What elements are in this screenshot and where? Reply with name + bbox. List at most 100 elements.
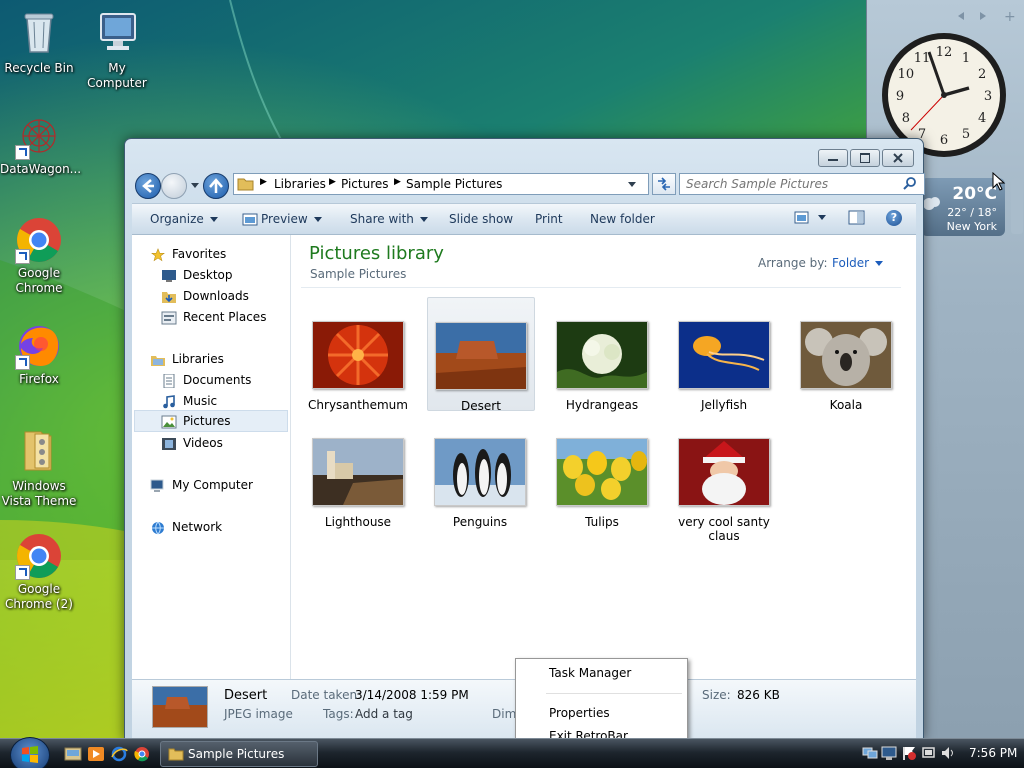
- datawagon-desktop-icon[interactable]: DataWagon...: [0, 112, 81, 177]
- chevron-down-icon: [209, 217, 218, 222]
- nav-label: Music: [183, 394, 218, 408]
- menu-item-task-manager[interactable]: Task Manager: [549, 666, 631, 680]
- nav-label: Pictures: [183, 414, 231, 428]
- clock-numeral: 4: [978, 111, 986, 126]
- file-item-santa[interactable]: very cool santy claus: [671, 438, 777, 543]
- nav-item-videos[interactable]: Videos: [161, 436, 223, 451]
- nav-item-recent-places[interactable]: Recent Places: [161, 310, 266, 325]
- forward-button[interactable]: [161, 173, 187, 199]
- breadcrumb-libraries[interactable]: Libraries: [274, 177, 326, 191]
- search-icon[interactable]: [902, 176, 918, 192]
- file-item-chrysanthemum[interactable]: Chrysanthemum: [305, 321, 411, 412]
- show-desktop-icon[interactable]: [64, 746, 82, 762]
- file-name: Jellyfish: [700, 398, 748, 412]
- nav-item-music[interactable]: Music: [161, 394, 217, 409]
- slide-show-button[interactable]: Slide show: [449, 212, 513, 226]
- history-dropdown-icon[interactable]: [190, 181, 200, 191]
- shortcut-arrow-icon: [15, 355, 30, 370]
- file-name: Tulips: [585, 515, 619, 529]
- file-item-tulips[interactable]: Tulips: [549, 438, 655, 529]
- up-button[interactable]: [203, 173, 229, 199]
- chrome-icon[interactable]: [133, 746, 151, 762]
- svg-text:+: +: [1004, 9, 1016, 25]
- taskbar-button-sample-pictures[interactable]: Sample Pictures: [160, 741, 318, 767]
- print-label: Print: [535, 212, 563, 226]
- nav-item-documents[interactable]: Documents: [161, 373, 251, 388]
- library-subtitle: Sample Pictures: [310, 267, 407, 281]
- nav-item-desktop[interactable]: Desktop: [161, 268, 233, 283]
- nav-item-favorites[interactable]: Favorites: [150, 247, 226, 262]
- file-item-koala[interactable]: Koala: [793, 321, 899, 412]
- close-icon: [893, 153, 903, 163]
- arrange-by-dropdown[interactable]: Folder: [832, 256, 884, 270]
- close-button[interactable]: [882, 149, 914, 167]
- power-tray-icon[interactable]: [921, 745, 937, 761]
- internet-explorer-icon[interactable]: [110, 746, 128, 762]
- help-button[interactable]: ?: [886, 210, 902, 226]
- nav-item-downloads[interactable]: Downloads: [161, 289, 249, 304]
- print-button[interactable]: Print: [535, 212, 563, 226]
- file-item-desert[interactable]: Desert: [427, 297, 535, 413]
- volume-icon[interactable]: [940, 745, 956, 761]
- nav-item-pictures[interactable]: Pictures: [134, 410, 288, 432]
- clock-numeral: 8: [902, 111, 910, 126]
- breadcrumb-sample-pictures[interactable]: Sample Pictures: [406, 177, 502, 191]
- weather-gadget-handle[interactable]: [1011, 178, 1023, 234]
- firefox-desktop-icon[interactable]: Firefox: [0, 322, 78, 387]
- folder-icon: [24, 431, 52, 471]
- start-button[interactable]: [10, 737, 50, 768]
- view-icon: [794, 211, 809, 224]
- back-button[interactable]: [135, 173, 161, 199]
- nav-item-network[interactable]: Network: [150, 520, 222, 535]
- nav-item-libraries[interactable]: Libraries: [150, 352, 224, 367]
- preview-label: Preview: [261, 212, 308, 226]
- chrome-2-label: Google Chrome (2): [5, 582, 73, 611]
- breadcrumb-pictures[interactable]: Pictures: [341, 177, 389, 191]
- file-item-hydrangeas[interactable]: Hydrangeas: [549, 321, 655, 412]
- network-tray-icon[interactable]: [862, 745, 878, 761]
- file-item-lighthouse[interactable]: Lighthouse: [305, 438, 411, 529]
- share-with-button[interactable]: Share with: [350, 212, 428, 226]
- recycle-bin-desktop-icon[interactable]: Recycle Bin: [0, 8, 78, 76]
- santa-thumbnail: [678, 438, 770, 506]
- preview-pane-button[interactable]: [848, 210, 866, 226]
- documents-icon: [163, 373, 175, 388]
- nav-item-my-computer[interactable]: My Computer: [150, 478, 253, 493]
- search-input[interactable]: [684, 175, 898, 193]
- weather-range: 22° / 18°: [947, 206, 997, 219]
- chrome-2-desktop-icon[interactable]: Google Chrome (2): [0, 532, 78, 612]
- menu-item-properties[interactable]: Properties: [549, 706, 610, 720]
- clock-text[interactable]: 7:56 PM: [969, 746, 1017, 760]
- chevron-down-icon: [313, 217, 322, 222]
- refresh-icon: [658, 177, 670, 191]
- vista-theme-desktop-icon[interactable]: Windows Vista Theme: [0, 426, 78, 509]
- file-item-penguins[interactable]: Penguins: [427, 438, 533, 529]
- tags-field[interactable]: Add a tag: [355, 707, 413, 721]
- file-name: Lighthouse: [324, 515, 392, 529]
- refresh-button[interactable]: [652, 173, 676, 195]
- media-player-icon[interactable]: [87, 746, 105, 762]
- size-value: 826 KB: [737, 688, 780, 702]
- address-dropdown-icon[interactable]: [626, 179, 638, 191]
- organize-button[interactable]: Organize: [150, 212, 218, 226]
- preview-button[interactable]: Preview: [242, 212, 322, 227]
- display-tray-icon[interactable]: [881, 745, 897, 761]
- new-folder-button[interactable]: New folder: [590, 212, 655, 226]
- chrome-desktop-icon[interactable]: Google Chrome: [0, 216, 78, 296]
- maximize-button[interactable]: [850, 149, 880, 167]
- folder-icon: [237, 178, 254, 191]
- my-computer-desktop-icon[interactable]: My Computer: [78, 8, 156, 91]
- view-button[interactable]: [794, 210, 834, 226]
- explorer-window: ▶ Libraries ▶ Pictures ▶ Sample Pictures…: [124, 138, 925, 740]
- address-bar[interactable]: ▶ Libraries ▶ Pictures ▶ Sample Pictures: [233, 173, 649, 195]
- weather-temp: 20°C: [952, 184, 997, 204]
- action-center-flag-icon[interactable]: [901, 745, 917, 761]
- search-box[interactable]: [679, 173, 925, 195]
- my-computer-label: My Computer: [87, 61, 147, 90]
- minimize-button[interactable]: [818, 149, 848, 167]
- up-arrow-icon: [209, 178, 223, 193]
- minimize-icon: [828, 159, 838, 161]
- nav-label: Desktop: [183, 268, 233, 282]
- file-item-jellyfish[interactable]: Jellyfish: [671, 321, 777, 412]
- new-folder-label: New folder: [590, 212, 655, 226]
